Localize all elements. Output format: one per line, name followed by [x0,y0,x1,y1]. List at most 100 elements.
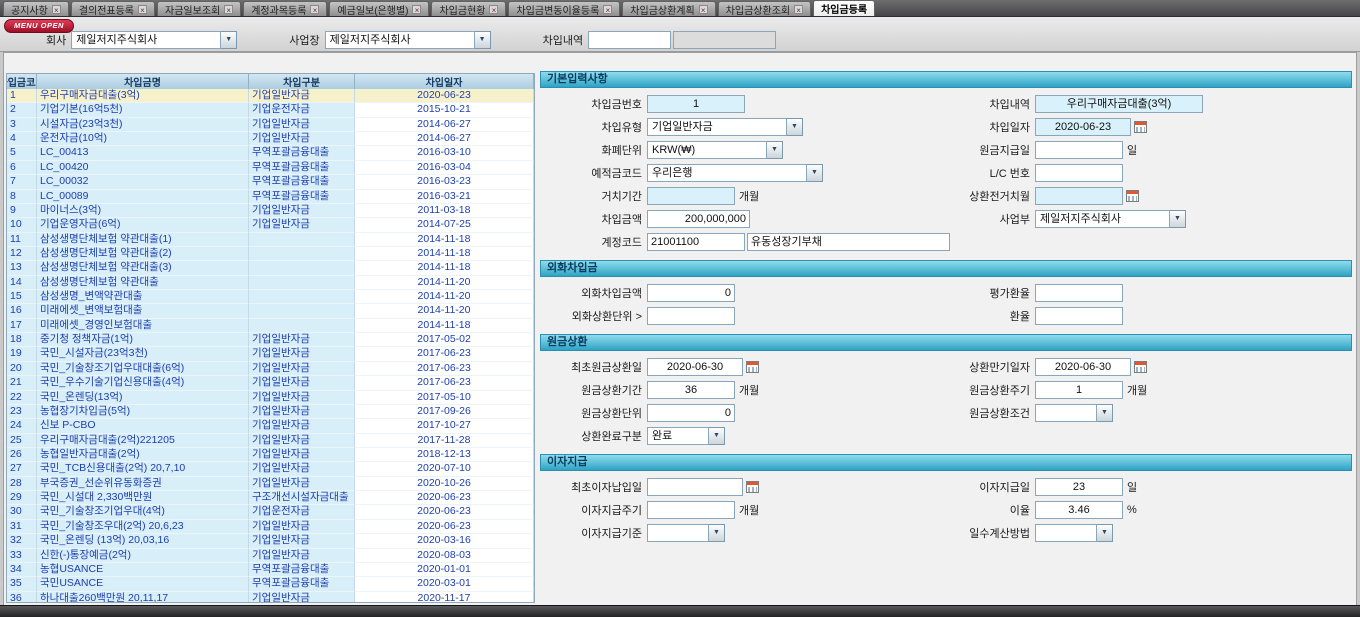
table-row[interactable]: 22국민_온렌딩(13억)기업일반자금2017-05-10 [7,391,534,405]
table-row[interactable]: 12삼성생명단체보험 약관대출(2)2014-11-18 [7,247,534,261]
table-row[interactable]: 14삼성생명단체보험 약관대출2014-11-20 [7,276,534,290]
chevron-down-icon[interactable]: ▼ [1097,524,1113,542]
table-row[interactable]: 8LC_00089무역포괄금융대출2016-03-21 [7,190,534,204]
table-row[interactable]: 29국민_시설대 2,330백만원구조개선시설자금대출2020-06-23 [7,491,534,505]
ex-rate-field[interactable] [1035,307,1123,325]
calendar-icon[interactable] [1134,361,1147,373]
table-row[interactable]: 6LC_00420무역포괄금융대출2016-03-04 [7,161,534,175]
loan-no-field[interactable]: 1 [647,95,745,113]
repay-unit-field[interactable]: 0 [647,404,735,422]
principal-pay-day-field[interactable] [1035,141,1123,159]
tab-close-icon[interactable]: × [699,5,708,14]
table-row[interactable]: 9마이너스(3억)기업일반자금2011-03-18 [7,204,534,218]
table-row[interactable]: 10기업운영자금(6억)기업일반자금2014-07-25 [7,218,534,232]
tab-item[interactable]: 자금일보조회× [157,1,241,16]
tab-item[interactable]: 차입금상환계획× [622,1,715,16]
loan-desc-field[interactable]: 우리구매자금대출(3억) [1035,95,1203,113]
table-row[interactable]: 11삼성생명단체보험 약관대출(1)2014-11-18 [7,233,534,247]
table-row[interactable]: 20국민_기술창조기업우대대출(6억)기업일반자금2017-06-23 [7,362,534,376]
chevron-down-icon[interactable]: ▼ [709,524,725,542]
calendar-icon[interactable] [1134,121,1147,133]
table-row[interactable]: 34농협USANCE무역포괄금융대출2020-01-01 [7,563,534,577]
company-select[interactable]: 제일저지주식회사 ▼ [71,31,237,49]
tab-close-icon[interactable]: × [603,5,612,14]
table-row[interactable]: 4운전자금(10억)기업일반자금2014-06-27 [7,132,534,146]
chevron-down-icon[interactable]: ▼ [221,31,237,49]
loan-date-field[interactable]: 2020-06-23 [1035,118,1131,136]
table-row[interactable]: 21국민_우수기술기업신용대출(4억)기업일반자금2017-06-23 [7,376,534,390]
loan-amount-field[interactable]: 200,000,000 [647,210,750,228]
repay-cycle-field[interactable]: 1 [1035,381,1123,399]
calendar-icon[interactable] [1126,190,1139,202]
table-row[interactable]: 17미래에셋_경영인보험대출2014-11-18 [7,319,534,333]
table-row[interactable]: 19국민_시설자금(23억3천)기업일반자금2017-06-23 [7,347,534,361]
table-row[interactable]: 7LC_00032무역포괄금융대출2016-03-23 [7,175,534,189]
table-row[interactable]: 2기업기본(16억5천)기업운전자금2015-10-21 [7,103,534,117]
day-count-method-select[interactable]: ▼ [1035,524,1113,542]
calendar-icon[interactable] [746,481,759,493]
chevron-down-icon[interactable]: ▼ [475,31,491,49]
chevron-down-icon[interactable]: ▼ [709,427,725,445]
chevron-down-icon[interactable]: ▼ [807,164,823,182]
tab-close-icon[interactable]: × [224,5,233,14]
table-row[interactable]: 25우리구매자금대출(2억)221205기업일반자금2017-11-28 [7,434,534,448]
table-row[interactable]: 16미래에셋_변액보험대출2014-11-20 [7,304,534,318]
table-row[interactable]: 1우리구매자금대출(3억)기업일반자금2020-06-23 [7,89,534,103]
table-row[interactable]: 26농협일반자금대출(2억)기업일반자금2018-12-13 [7,448,534,462]
chevron-down-icon[interactable]: ▼ [767,141,783,159]
tab-close-icon[interactable]: × [794,5,803,14]
chevron-down-icon[interactable]: ▼ [1170,210,1186,228]
tab-item[interactable]: 공지사항× [3,1,69,16]
interest-basis-select[interactable]: ▼ [647,524,725,542]
rate-field[interactable]: 3.46 [1035,501,1123,519]
table-row[interactable]: 24신보 P-CBO기업일반자금2017-10-27 [7,419,534,433]
chevron-down-icon[interactable]: ▼ [787,118,803,136]
tab-close-icon[interactable]: × [489,5,498,14]
table-row[interactable]: 13삼성생명단체보험 약관대출(3)2014-11-18 [7,261,534,275]
tab-close-icon[interactable]: × [138,5,147,14]
loan-desc-filter-input-2[interactable] [673,31,776,49]
tab-close-icon[interactable]: × [52,5,61,14]
tab-item[interactable]: 결의전표등록× [71,1,155,16]
first-repay-date-field[interactable]: 2020-06-30 [647,358,743,376]
complete-flag-select[interactable]: 완료 ▼ [647,427,725,445]
currency-select[interactable]: KRW(₩) ▼ [647,141,783,159]
maturity-date-field[interactable]: 2020-06-30 [1035,358,1131,376]
table-row[interactable]: 30국민_기술창조기업우대(4억)기업운전자금2020-06-23 [7,505,534,519]
division-select[interactable]: 제일저지주식회사 ▼ [1035,210,1186,228]
grace-period-field[interactable] [647,187,735,205]
tab-active[interactable]: 차입금등록 [813,0,875,16]
table-row[interactable]: 18중기청 정책자금(1억)기업일반자금2017-05-02 [7,333,534,347]
table-row[interactable]: 33신한(-)통장예금(2억)기업일반자금2020-08-03 [7,549,534,563]
table-row[interactable]: 15삼성생명_변액약관대출2014-11-20 [7,290,534,304]
fx-amount-field[interactable]: 0 [647,284,735,302]
tab-item[interactable]: 차입금변동이율등록× [508,1,620,16]
column-header[interactable]: 차입금코드 [7,74,37,89]
table-row[interactable]: 3시설자금(23억3천)기업일반자금2014-06-27 [7,118,534,132]
interest-cycle-field[interactable] [647,501,735,519]
calendar-icon[interactable] [746,361,759,373]
eval-rate-field[interactable] [1035,284,1123,302]
table-row[interactable]: 35국민USANCE무역포괄금융대출2020-03-01 [7,577,534,591]
pre-repay-month-field[interactable] [1035,187,1123,205]
loan-desc-filter-input[interactable] [588,31,671,49]
table-row[interactable]: 31국민_기술창조우대(2억) 20,6,23기업일반자금2020-06-23 [7,520,534,534]
column-header[interactable]: 차입금명 [37,74,249,89]
account-name-field[interactable]: 유동성장기부채 [747,233,950,251]
table-row[interactable]: 28부국증권_선순위유동화증권기업일반자금2020-10-26 [7,477,534,491]
table-row[interactable]: 23농협장기차입금(5억)기업일반자금2017-09-26 [7,405,534,419]
loan-type-select[interactable]: 기업일반자금 ▼ [647,118,803,136]
table-row[interactable]: 27국민_TCB신용대출(2억) 20,7,10기업일반자금2020-07-10 [7,462,534,476]
tab-close-icon[interactable]: × [310,5,319,14]
first-interest-date-field[interactable] [647,478,743,496]
fx-repay-unit-field[interactable] [647,307,735,325]
tab-item[interactable]: 차입금상환조회× [718,1,811,16]
tab-item[interactable]: 예금일보(은행별)× [329,1,429,16]
plant-select[interactable]: 제일저지주식회사 ▼ [325,31,491,49]
column-header[interactable]: 차입일자 [355,74,534,89]
column-header[interactable]: 차입구분 [249,74,355,89]
account-code-field[interactable]: 21001100 [647,233,745,251]
table-row[interactable]: 32국민_온렌딩 (13억) 20,03,16기업일반자금2020-03-16 [7,534,534,548]
table-row[interactable]: 36하나대출260백만원 20,11,17기업일반자금2020-11-17 [7,592,534,603]
repay-condition-select[interactable]: ▼ [1035,404,1113,422]
